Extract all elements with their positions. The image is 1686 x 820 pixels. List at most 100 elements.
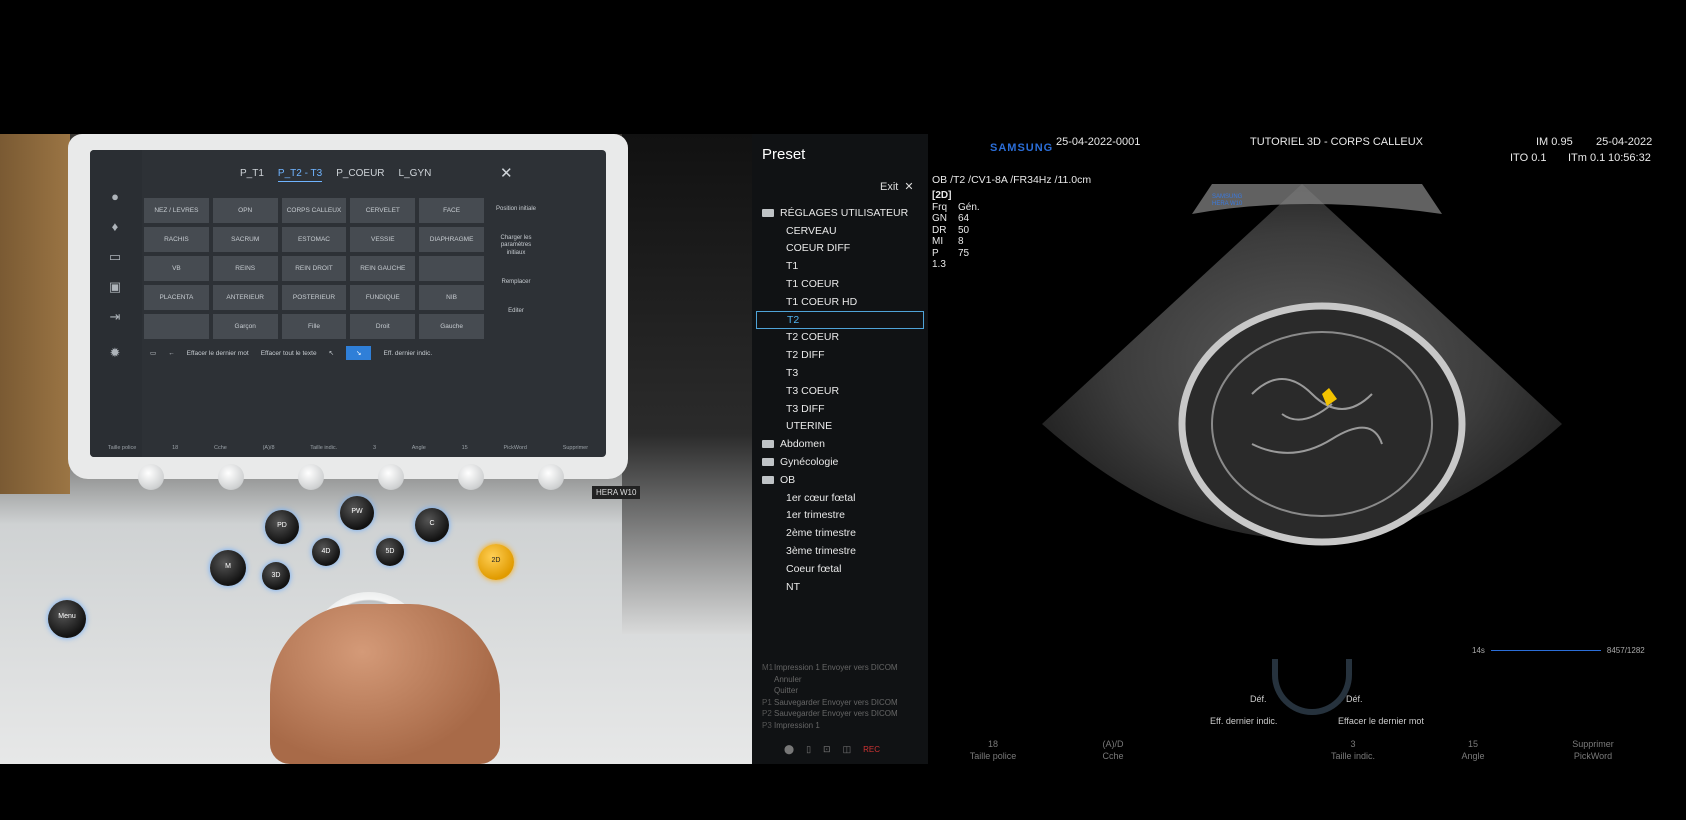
ts-bottom-3[interactable]: (A)/8 (263, 445, 275, 451)
annotation-button[interactable]: Droit (350, 314, 416, 339)
image-icon[interactable]: ▣ (108, 280, 122, 294)
tab-p-t2-t3[interactable]: P_T2 - T3 (277, 168, 323, 182)
ts-bottom-6[interactable]: Angle (412, 445, 426, 451)
preset-item[interactable]: CERVEAU (762, 222, 924, 240)
annotation-button[interactable]: REIN GAUCHE (350, 256, 416, 281)
clip-icon[interactable]: ▯ (806, 744, 811, 755)
annotation-button[interactable]: FACE (419, 198, 484, 223)
ts-bottom-1[interactable]: 18 (172, 445, 178, 451)
ts-bottom-2[interactable]: Cche (214, 445, 227, 451)
delete-last-indic-key[interactable]: Eff. dernier indic. (383, 350, 432, 357)
preset-item[interactable]: T2 DIFF (762, 346, 924, 364)
tab-p-coeur[interactable]: P_COEUR (336, 168, 384, 182)
backspace-key[interactable]: ← (168, 350, 175, 357)
preset-item[interactable]: T1 (762, 257, 924, 275)
annotation-button[interactable]: NIB (419, 285, 484, 310)
replace-button[interactable]: Remplacer (492, 279, 540, 286)
ts-bottom-5[interactable]: 3 (373, 445, 376, 451)
document-icon[interactable]: ▭ (108, 250, 122, 264)
arrow-mode-button[interactable]: ↘ (346, 346, 372, 360)
tgc-knob[interactable] (218, 464, 244, 490)
rec-button[interactable]: REC (863, 745, 880, 754)
preset-item[interactable]: T2 COEUR (762, 329, 924, 347)
annotation-button[interactable]: REINS (212, 256, 278, 281)
command-row[interactable]: P2 Sauvegarder Envoyer vers DICOM (762, 708, 898, 720)
ts-bottom-0[interactable]: Taille police (108, 445, 136, 451)
preset-item[interactable]: 2ème trimestre (762, 524, 924, 542)
annotation-button[interactable]: NEZ / LEVRES (144, 198, 209, 223)
annotation-button[interactable]: VB (144, 256, 209, 281)
footer-control[interactable]: Supprimer PickWord (1548, 738, 1638, 762)
4d-key[interactable]: 4D (312, 538, 340, 566)
camera-icon[interactable]: ◫ (843, 744, 852, 755)
user-icon[interactable]: ● (108, 190, 122, 204)
preset-item[interactable]: T3 COEUR (762, 382, 924, 400)
annotation-button[interactable]: VESSIE (350, 227, 416, 252)
delete-all-key[interactable]: Effacer tout le texte (261, 350, 317, 357)
2d-key[interactable]: 2D (478, 544, 514, 580)
footer-control[interactable]: (A)/D Cche (1068, 738, 1158, 762)
annotation-button[interactable]: CORPS CALLEUX (281, 198, 347, 223)
footer-control[interactable]: 18 Taille police (948, 738, 1038, 762)
preset-item[interactable]: 3ème trimestre (762, 542, 924, 560)
ts-bottom-8[interactable]: PickWord (504, 445, 527, 451)
annotation-button[interactable]: Garçon (212, 314, 278, 339)
annotation-button[interactable]: PLACENTA (144, 285, 209, 310)
5d-key[interactable]: 5D (376, 538, 404, 566)
preset-item[interactable]: Coeur fœtal (762, 560, 924, 578)
annotation-button[interactable] (419, 256, 484, 281)
record-dot-icon[interactable]: ⬤ (784, 744, 794, 755)
screen-icon[interactable]: ⊡ (823, 744, 831, 755)
tgc-knob[interactable] (378, 464, 404, 490)
annotation-button[interactable]: DIAPHRAGME (419, 227, 484, 252)
delete-last-word-key[interactable]: Effacer le dernier mot (187, 350, 249, 357)
tgc-knob[interactable] (138, 464, 164, 490)
load-params-button[interactable]: Charger les paramètres initiaux (492, 235, 540, 257)
command-row[interactable]: Annuler (762, 674, 898, 686)
annotation-button[interactable]: REIN DROIT (281, 256, 347, 281)
preset-folder[interactable]: Abdomen (762, 435, 924, 453)
ts-bottom-7[interactable]: 15 (462, 445, 468, 451)
3d-key[interactable]: 3D (262, 562, 290, 590)
command-row[interactable]: M1Impression 1 Envoyer vers DICOM (762, 662, 898, 674)
keyboard-icon[interactable]: ▭ (150, 349, 156, 357)
preset-item[interactable]: T2 (756, 310, 924, 329)
arrow-icon[interactable]: ↖ (329, 349, 334, 357)
exit-icon[interactable]: ⇥ (108, 310, 122, 324)
command-row[interactable]: P3 Impression 1 (762, 720, 898, 732)
footer-control[interactable]: 15 Angle (1428, 738, 1518, 762)
c-key[interactable]: C (415, 508, 449, 542)
preset-item[interactable]: T1 COEUR (762, 275, 924, 293)
annotation-button[interactable]: POSTERIEUR (281, 285, 347, 310)
tgc-knob[interactable] (538, 464, 564, 490)
annotation-button[interactable] (144, 314, 209, 339)
preset-item[interactable]: T1 COEUR HD (762, 293, 924, 311)
preset-folder[interactable]: OB (762, 471, 924, 489)
close-icon[interactable]: ✕ (500, 164, 513, 182)
preset-item[interactable]: T3 DIFF (762, 400, 924, 418)
tab-l-gyn[interactable]: L_GYN (399, 168, 432, 182)
tgc-knob[interactable] (298, 464, 324, 490)
cine-track[interactable] (1490, 650, 1601, 651)
settings-icon[interactable]: ✹ (108, 346, 122, 360)
annotation-button[interactable]: Fille (281, 314, 347, 339)
preset-folder[interactable]: RÉGLAGES UTILISATEUR (762, 204, 924, 222)
command-row[interactable]: Quitter (762, 685, 898, 697)
preset-item[interactable]: NT (762, 578, 924, 596)
preset-item[interactable]: UTERINE (762, 418, 924, 436)
position-button[interactable]: Position initiale (492, 206, 540, 213)
preset-item[interactable]: 1er trimestre (762, 507, 924, 525)
command-row[interactable]: P1 Sauvegarder Envoyer vers DICOM (762, 697, 898, 709)
m-key[interactable]: M (210, 550, 246, 586)
pd-key[interactable]: PD (265, 510, 299, 544)
preset-item[interactable]: COEUR DIFF (762, 240, 924, 258)
probe-icon[interactable]: ♦ (108, 220, 122, 234)
cine-bar[interactable]: 14s 8457/1282 (1472, 646, 1645, 655)
footer-control[interactable]: 3 Taille indic. (1308, 738, 1398, 762)
edit-button[interactable]: Editer (492, 308, 540, 315)
annotation-button[interactable]: CERVELET (350, 198, 416, 223)
annotation-button[interactable]: OPN (212, 198, 278, 223)
menu-key[interactable]: Menu (48, 600, 86, 638)
annotation-button[interactable]: ESTOMAC (281, 227, 347, 252)
exit-button[interactable]: Exit ✕ (880, 180, 914, 193)
